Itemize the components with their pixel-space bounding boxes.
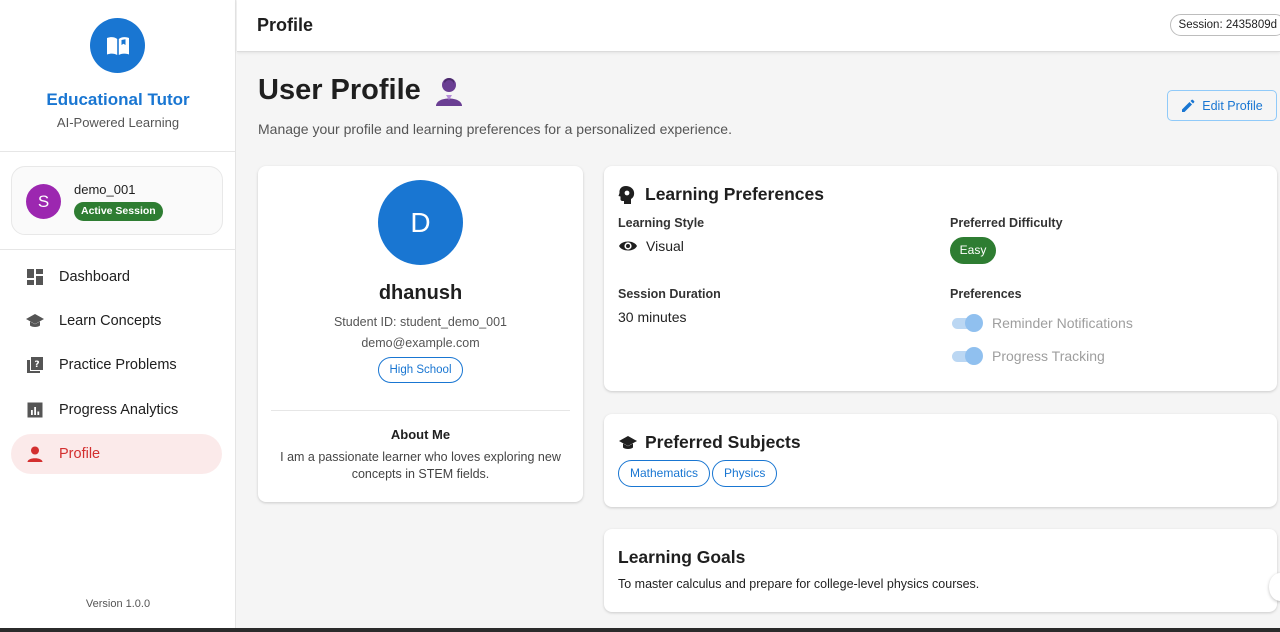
progress-tracking-toggle[interactable]: Progress Tracking bbox=[952, 346, 1105, 366]
learning-preferences-card: Learning Preferences Learning Style Visu… bbox=[604, 166, 1277, 391]
toggle-label: Reminder Notifications bbox=[992, 315, 1133, 331]
divider bbox=[0, 249, 236, 250]
session-duration-value: 30 minutes bbox=[618, 309, 687, 325]
sidebar-item-label: Profile bbox=[59, 446, 101, 462]
sidebar-item-practice-problems[interactable]: ? Practice Problems bbox=[11, 345, 222, 385]
eye-icon bbox=[618, 239, 638, 253]
avatar: S bbox=[26, 184, 61, 219]
sidebar-item-label: Dashboard bbox=[59, 269, 130, 285]
profile-email: demo@example.com bbox=[361, 336, 480, 350]
brain-head-icon bbox=[618, 185, 638, 205]
toggle-switch[interactable] bbox=[952, 313, 983, 333]
difficulty-label: Preferred Difficulty bbox=[950, 216, 1063, 230]
quiz-icon: ? bbox=[25, 355, 45, 375]
student-id: Student ID: student_demo_001 bbox=[333, 315, 508, 329]
sidebar-item-learn-concepts[interactable]: Learn Concepts bbox=[11, 301, 222, 341]
brand-header: Educational Tutor AI-Powered Learning bbox=[0, 0, 235, 152]
divider bbox=[271, 410, 570, 411]
page-title: User Profile bbox=[258, 74, 465, 107]
username: demo_001 bbox=[74, 182, 136, 197]
subject-chip: Mathematics bbox=[618, 460, 711, 487]
learning-style-value: Visual bbox=[618, 238, 684, 254]
graduation-cap-icon bbox=[618, 434, 638, 452]
sidebar-item-dashboard[interactable]: Dashboard bbox=[11, 257, 222, 297]
level-chip: High School bbox=[378, 357, 463, 383]
status-badge: Active Session bbox=[74, 202, 163, 221]
topbar-title: Profile bbox=[257, 15, 314, 35]
edit-profile-button[interactable]: Edit Profile bbox=[1167, 90, 1277, 121]
toggle-label: Progress Tracking bbox=[992, 348, 1105, 364]
about-title: About Me bbox=[390, 427, 451, 442]
reminder-notifications-toggle[interactable]: Reminder Notifications bbox=[952, 313, 1133, 333]
user-session-card: S demo_001 Active Session bbox=[11, 166, 223, 235]
card-title-text: Preferred Subjects bbox=[645, 432, 801, 452]
version-label: Version 1.0.0 bbox=[85, 598, 151, 610]
sidebar-item-label: Learn Concepts bbox=[59, 313, 162, 329]
session-duration-label: Session Duration bbox=[618, 287, 721, 301]
about-text: I am a passionate learner who loves expl… bbox=[280, 450, 561, 481]
session-chip: Session: 2435809d bbox=[1169, 14, 1280, 36]
graduation-cap-icon bbox=[25, 311, 45, 331]
preferred-subjects-card: Preferred Subjects Mathematics Physics bbox=[604, 414, 1277, 507]
pencil-icon bbox=[1181, 99, 1195, 113]
sidebar-item-progress-analytics[interactable]: Progress Analytics bbox=[11, 390, 222, 430]
brand-subtitle: AI-Powered Learning bbox=[56, 115, 180, 130]
preferences-label: Preferences bbox=[950, 287, 1022, 301]
person-icon bbox=[25, 444, 45, 464]
top-bar: Profile Session: 2435809d bbox=[237, 0, 1280, 52]
subject-chip: Physics bbox=[712, 460, 778, 487]
avatar: D bbox=[378, 180, 463, 265]
sidebar-item-label: Practice Problems bbox=[59, 357, 177, 373]
page-subtitle: Manage your profile and learning prefere… bbox=[258, 121, 732, 137]
sidebar-item-label: Progress Analytics bbox=[59, 402, 179, 418]
dashboard-icon bbox=[25, 267, 45, 287]
svg-text:?: ? bbox=[34, 360, 39, 370]
learning-goals-card: Learning Goals To master calculus and pr… bbox=[604, 529, 1277, 612]
person-icon bbox=[433, 75, 465, 107]
edit-profile-label: Edit Profile bbox=[1202, 98, 1263, 113]
analytics-icon bbox=[25, 400, 45, 420]
profile-card: D dhanush Student ID: student_demo_001 d… bbox=[258, 166, 583, 502]
difficulty-chip: Easy bbox=[950, 237, 996, 264]
card-title: Learning Preferences bbox=[618, 184, 824, 205]
profile-name: dhanush bbox=[378, 282, 463, 304]
bottom-edge bbox=[0, 628, 1280, 632]
sidebar-item-profile[interactable]: Profile bbox=[11, 434, 222, 474]
sidebar: Educational Tutor AI-Powered Learning S … bbox=[0, 0, 236, 628]
toggle-switch[interactable] bbox=[952, 346, 983, 366]
learning-style-text: Visual bbox=[646, 238, 684, 254]
card-title-text: Learning Preferences bbox=[645, 184, 824, 204]
goals-text: To master calculus and prepare for colle… bbox=[618, 577, 980, 591]
brand-title: Educational Tutor bbox=[46, 90, 190, 109]
open-book-icon bbox=[90, 18, 145, 73]
card-title: Preferred Subjects bbox=[618, 432, 801, 453]
learning-style-label: Learning Style bbox=[618, 216, 705, 230]
card-title: Learning Goals bbox=[618, 547, 746, 567]
page-title-text: User Profile bbox=[258, 74, 421, 106]
